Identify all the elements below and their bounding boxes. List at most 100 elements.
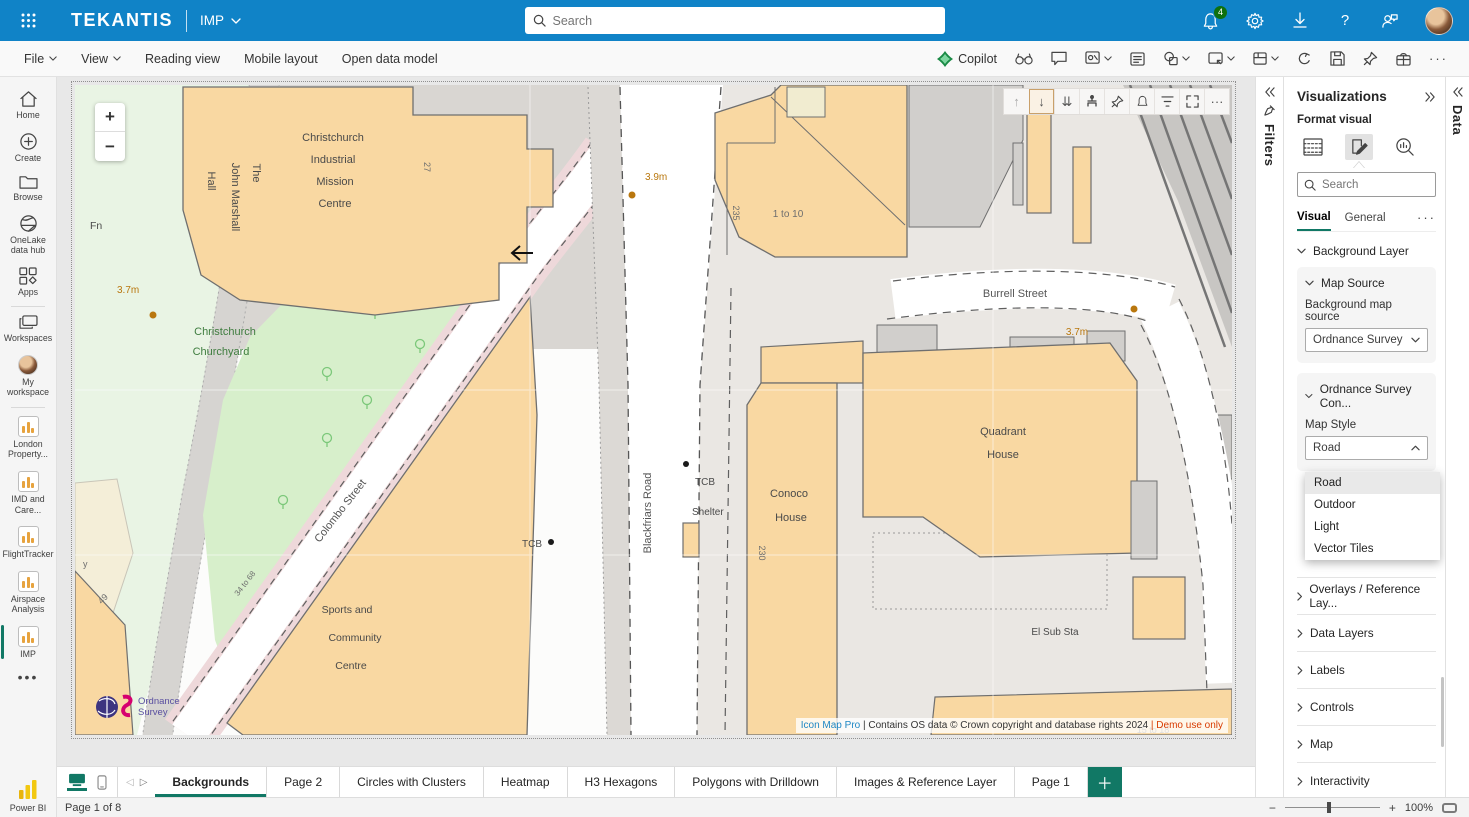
drill-up-icon[interactable]: ↑	[1004, 89, 1029, 114]
waffle-menu-icon[interactable]	[0, 13, 57, 28]
icon-map-pro-link[interactable]: Icon Map Pro	[801, 720, 860, 731]
section-map[interactable]: Map	[1297, 725, 1436, 762]
sidebar-item-browse[interactable]: Browse	[0, 169, 57, 209]
mobile-layout-button[interactable]: Mobile layout	[234, 47, 328, 71]
tab-general[interactable]: General	[1345, 212, 1386, 230]
global-search[interactable]	[525, 7, 945, 34]
zoom-slider[interactable]	[1285, 807, 1380, 808]
section-overlays[interactable]: Overlays / Reference Lay...	[1297, 577, 1436, 614]
dropdown-option-vector-tiles[interactable]: Vector Tiles	[1305, 538, 1440, 560]
pin-pane-icon[interactable]	[1264, 105, 1275, 116]
copilot-button[interactable]: Copilot	[930, 46, 1004, 72]
section-background-layer[interactable]: Background Layer	[1297, 232, 1436, 267]
settings-gear-icon[interactable]	[1245, 11, 1265, 31]
page-tab-h3-hexagons[interactable]: H3 Hexagons	[568, 767, 676, 797]
sidebar-item-create[interactable]: Create	[0, 127, 57, 170]
sidebar-item-workspaces[interactable]: Workspaces	[0, 310, 57, 350]
sidebar-report-flighttracker[interactable]: FlightTracker	[0, 521, 57, 566]
section-interactivity[interactable]: Interactivity	[1297, 762, 1436, 797]
dropdown-option-road[interactable]: Road	[1305, 472, 1440, 494]
map-style-select[interactable]: Road	[1305, 436, 1428, 460]
go-to-next-level-icon[interactable]: ⇊	[1054, 89, 1079, 114]
download-icon[interactable]	[1290, 11, 1310, 31]
visual-interactions-icon[interactable]	[1078, 46, 1119, 71]
view-menu[interactable]: View	[71, 47, 131, 71]
page-tab-heatmap[interactable]: Heatmap	[484, 767, 568, 797]
dropdown-option-outdoor[interactable]: Outdoor	[1305, 494, 1440, 516]
data-pane-label[interactable]: Data	[1450, 105, 1465, 135]
web-view-icon[interactable]	[67, 773, 87, 791]
sidebar-item-home[interactable]: Home	[0, 85, 57, 127]
new-page-layout-icon[interactable]	[1246, 47, 1286, 71]
sidebar-report-imd-care[interactable]: IMD and Care...	[0, 466, 57, 521]
expand-data-icon[interactable]	[1452, 87, 1463, 97]
section-controls[interactable]: Controls	[1297, 688, 1436, 725]
page-tab-images-reference[interactable]: Images & Reference Layer	[837, 767, 1015, 797]
tab-visual[interactable]: Visual	[1297, 211, 1331, 231]
background-map-source-select[interactable]: Ordnance Survey	[1305, 328, 1428, 352]
analytics-icon[interactable]	[1391, 134, 1419, 160]
help-icon[interactable]: ?	[1335, 11, 1355, 31]
file-menu[interactable]: File	[14, 47, 67, 71]
section-data-layers[interactable]: Data Layers	[1297, 614, 1436, 651]
user-avatar[interactable]	[1425, 7, 1453, 35]
zoom-in-icon[interactable]: +	[1389, 801, 1396, 815]
next-page-chevron-icon[interactable]: ▷	[140, 777, 148, 788]
comment-icon[interactable]	[1044, 46, 1074, 71]
search-input[interactable]	[553, 14, 937, 28]
pane-scrollbar[interactable]	[1441, 677, 1444, 747]
os-configuration-header[interactable]: Ordnance Survey Con...	[1305, 382, 1428, 410]
fit-to-page-icon[interactable]	[1442, 803, 1457, 813]
refresh-icon[interactable]	[1290, 46, 1319, 71]
optimize-icon[interactable]	[1389, 47, 1418, 71]
page-tab-circles-clusters[interactable]: Circles with Clusters	[340, 767, 484, 797]
workspace-switcher[interactable]: IMP	[200, 13, 241, 28]
page-tab-page2[interactable]: Page 2	[267, 767, 340, 797]
zoom-slider-thumb[interactable]	[1327, 802, 1331, 813]
os-map[interactable]: Christchurch Industrial Mission Centre T…	[75, 85, 1232, 735]
prev-page-chevron-icon[interactable]: ◁	[126, 777, 134, 788]
format-visual-icon[interactable]	[1345, 134, 1373, 160]
dropdown-option-light[interactable]: Light	[1305, 516, 1440, 538]
page-view-icon[interactable]	[1201, 47, 1242, 71]
sidebar-report-airspace[interactable]: Airspace Analysis	[0, 566, 57, 621]
text-box-icon[interactable]	[1123, 47, 1152, 71]
sidebar-item-onelake[interactable]: OneLake data hub	[0, 209, 57, 262]
sidebar-item-my-workspace[interactable]: My workspace	[0, 350, 57, 404]
map-visual-container[interactable]: Christchurch Industrial Mission Centre T…	[75, 85, 1232, 735]
more-options-icon[interactable]: ···	[1204, 89, 1229, 114]
map-source-header[interactable]: Map Source	[1305, 276, 1428, 290]
mobile-view-icon[interactable]	[97, 775, 107, 790]
format-search-box[interactable]	[1297, 172, 1436, 197]
page-tab-backgrounds[interactable]: Backgrounds	[155, 767, 267, 797]
drill-down-icon[interactable]: ↓	[1029, 89, 1054, 114]
sidebar-report-imp-active[interactable]: IMP	[0, 621, 57, 666]
save-icon[interactable]	[1323, 46, 1352, 71]
sidebar-more-icon[interactable]: •••	[18, 665, 39, 689]
map-zoom-out-button[interactable]: −	[95, 132, 125, 161]
open-data-model-button[interactable]: Open data model	[332, 47, 448, 71]
notifications-bell-icon[interactable]: 4	[1200, 11, 1220, 31]
expand-filters-icon[interactable]	[1264, 87, 1275, 97]
feedback-icon[interactable]	[1380, 11, 1400, 31]
tabs-more-icon[interactable]: ···	[1417, 210, 1436, 231]
reading-view-button[interactable]: Reading view	[135, 47, 230, 71]
expand-all-icon[interactable]	[1079, 89, 1104, 114]
spotlight-binoculars-icon[interactable]	[1008, 47, 1040, 71]
page-tab-polygons-drilldown[interactable]: Polygons with Drilldown	[675, 767, 837, 797]
pin-icon[interactable]	[1356, 46, 1385, 71]
zoom-out-icon[interactable]: −	[1269, 801, 1276, 815]
sidebar-item-apps[interactable]: Apps	[0, 262, 57, 304]
shapes-icon[interactable]	[1156, 46, 1197, 71]
alert-bell-icon[interactable]	[1129, 89, 1154, 114]
sidebar-report-london-property[interactable]: London Property...	[0, 411, 57, 466]
filters-pane-label[interactable]: Filters	[1262, 124, 1277, 167]
collapse-pane-icon[interactable]	[1425, 92, 1436, 102]
more-options-icon[interactable]: ···	[1422, 46, 1455, 71]
format-search-input[interactable]	[1322, 179, 1422, 191]
section-labels[interactable]: Labels	[1297, 651, 1436, 688]
page-tab-page1[interactable]: Page 1	[1015, 767, 1088, 797]
build-visual-icon[interactable]	[1299, 134, 1327, 160]
new-page-button[interactable]: ＋	[1088, 767, 1122, 797]
map-zoom-in-button[interactable]: +	[95, 103, 125, 132]
